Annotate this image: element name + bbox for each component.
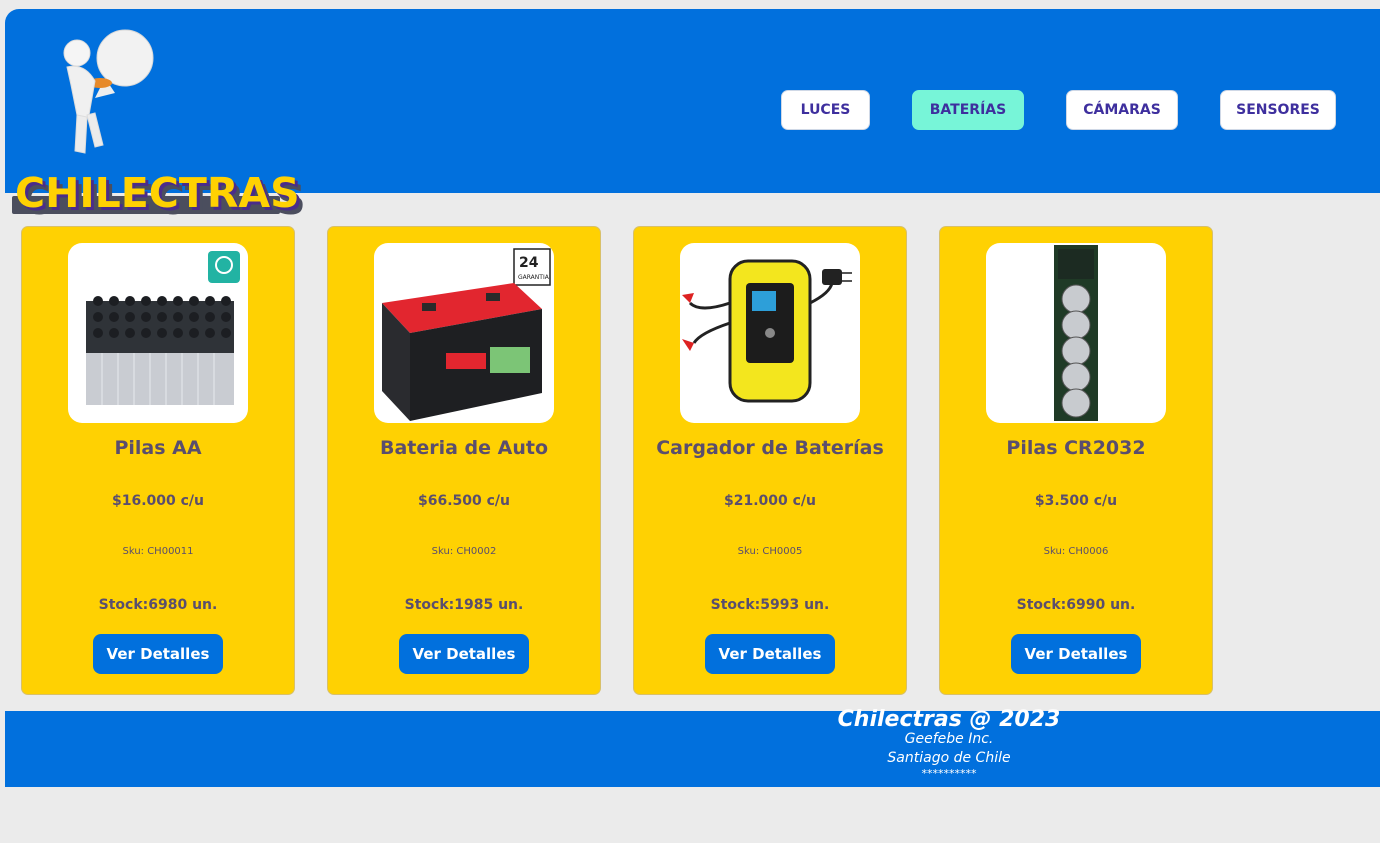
logo-lightbulb-figure bbox=[55, 23, 165, 163]
product-image-bateria-auto[interactable]: 24 GARANTIA bbox=[374, 243, 554, 423]
product-stock: Stock:5993 un. bbox=[710, 597, 830, 613]
product-image-pilas-cr2032[interactable] bbox=[986, 243, 1166, 423]
view-details-button[interactable]: Ver Detalles bbox=[93, 634, 223, 674]
product-price: $3.500 c/u bbox=[1034, 493, 1118, 509]
product-price: $16.000 c/u bbox=[111, 493, 205, 509]
site-footer: Chilectras @ 2023 Geefebe Inc. Santiago … bbox=[5, 707, 1380, 787]
footer-city: Santiago de Chile bbox=[887, 750, 1011, 766]
footer-title: Chilectras @ 2023 bbox=[837, 707, 1061, 732]
product-card: Pilas CR2032 $3.500 c/u Sku: CH0006 Stoc… bbox=[939, 226, 1213, 695]
product-sku: Sku: CH0002 bbox=[431, 546, 497, 557]
nav-camaras[interactable]: CÁMARAS bbox=[1066, 90, 1178, 130]
nav-luces[interactable]: LUCES bbox=[781, 90, 870, 130]
brand-title: CHILECTRAS bbox=[15, 169, 300, 217]
product-card: 24 GARANTIA Bateria de Auto $66.500 c/u … bbox=[327, 226, 601, 695]
product-name: Pilas CR2032 bbox=[1006, 437, 1146, 459]
svg-text:GARANTIA: GARANTIA bbox=[518, 274, 550, 281]
product-image-cargador[interactable] bbox=[680, 243, 860, 423]
product-price: $21.000 c/u bbox=[723, 493, 817, 509]
product-stock: Stock:6990 un. bbox=[1016, 597, 1136, 613]
product-sku: Sku: CH0006 bbox=[1043, 546, 1109, 557]
site-header: CHILECTRAS LUCES BATERÍAS CÁMARAS SENSOR… bbox=[5, 9, 1380, 217]
product-name: Pilas AA bbox=[114, 437, 202, 459]
product-image-pilas-aa[interactable] bbox=[68, 243, 248, 423]
product-name: Bateria de Auto bbox=[379, 437, 549, 459]
product-stock: Stock:6980 un. bbox=[98, 597, 218, 613]
view-details-button[interactable]: Ver Detalles bbox=[399, 634, 529, 674]
product-price: $66.500 c/u bbox=[417, 493, 511, 509]
product-stock: Stock:1985 un. bbox=[404, 597, 524, 613]
product-card: Cargador de Baterías $21.000 c/u Sku: CH… bbox=[633, 226, 907, 695]
nav-baterias[interactable]: BATERÍAS bbox=[912, 90, 1024, 130]
svg-text:24: 24 bbox=[519, 255, 539, 271]
view-details-button[interactable]: Ver Detalles bbox=[705, 634, 835, 674]
product-name: Cargador de Baterías bbox=[656, 437, 884, 459]
view-details-button[interactable]: Ver Detalles bbox=[1011, 634, 1141, 674]
footer-stars: ********** bbox=[921, 767, 977, 780]
product-card: Pilas AA $16.000 c/u Sku: CH00011 Stock:… bbox=[21, 226, 295, 695]
product-sku: Sku: CH00011 bbox=[122, 546, 194, 557]
nav-sensores[interactable]: SENSORES bbox=[1220, 90, 1336, 130]
product-sku: Sku: CH0005 bbox=[737, 546, 803, 557]
footer-company: Geefebe Inc. bbox=[904, 731, 994, 747]
